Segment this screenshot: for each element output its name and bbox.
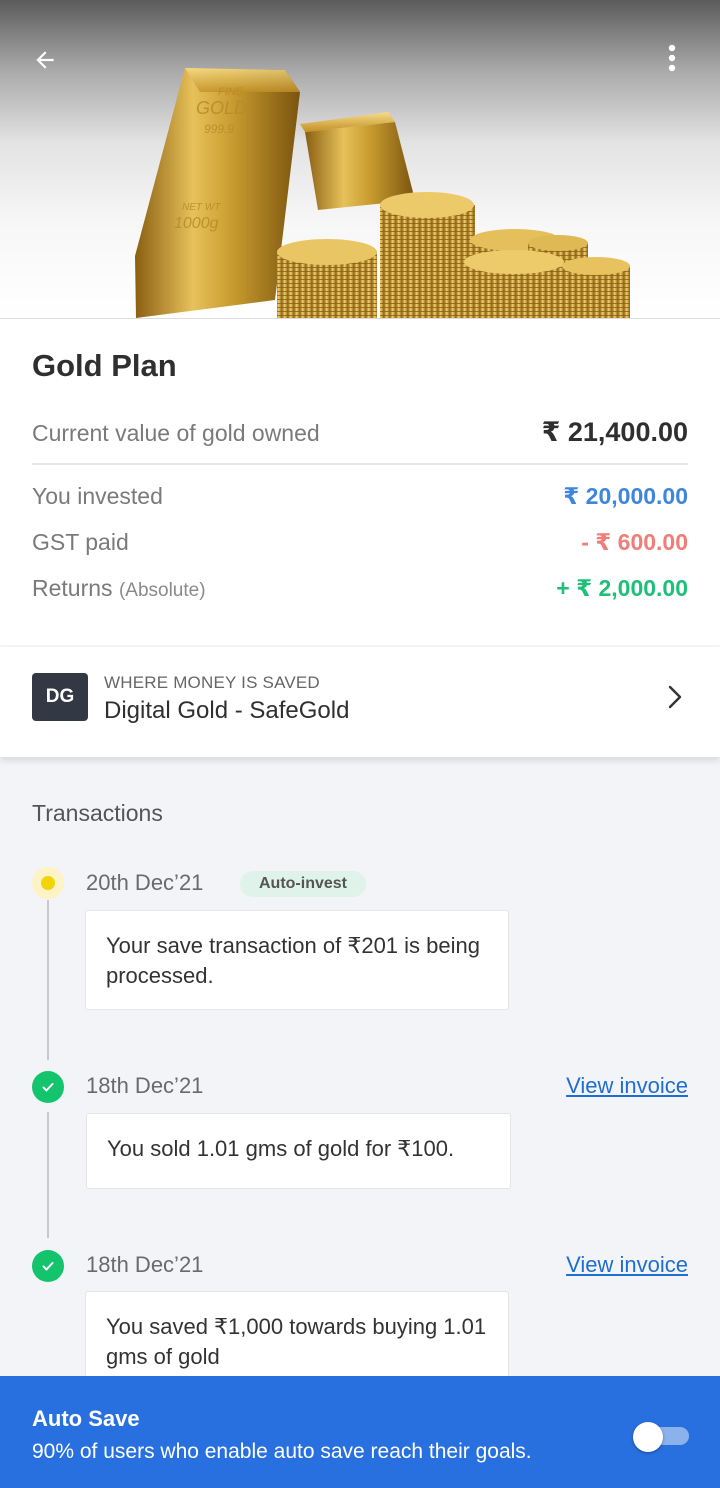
provider-badge: DG bbox=[32, 673, 88, 721]
transaction-message: Your save transaction of ₹201 is being p… bbox=[85, 910, 509, 1010]
auto-invest-badge: Auto-invest bbox=[240, 871, 366, 897]
check-icon bbox=[42, 1262, 54, 1271]
saved-location-row[interactable]: DG WHERE MONEY IS SAVED Digital Gold - S… bbox=[0, 647, 720, 757]
auto-save-toggle[interactable] bbox=[633, 1420, 689, 1452]
returns-label-text: Returns bbox=[32, 575, 113, 601]
page-title: Gold Plan bbox=[32, 348, 177, 383]
bar-engraving: FINE bbox=[218, 86, 244, 98]
auto-save-banner: Auto Save 90% of users who enable auto s… bbox=[0, 1376, 720, 1488]
timeline-line bbox=[47, 900, 49, 1060]
transaction-message: You sold 1.01 gms of gold for ₹100. bbox=[86, 1113, 511, 1189]
divider bbox=[32, 463, 688, 465]
auto-save-subtitle: 90% of users who enable auto save reach … bbox=[32, 1440, 532, 1463]
bar-engraving: GOLD bbox=[196, 98, 247, 118]
saved-caption: WHERE MONEY IS SAVED bbox=[104, 673, 320, 692]
bar-engraving: NET WT bbox=[182, 202, 221, 213]
back-button[interactable] bbox=[21, 36, 69, 84]
more-vertical-icon bbox=[668, 44, 676, 72]
returns-sublabel: (Absolute) bbox=[118, 580, 206, 601]
returns-value: + ₹ 2,000.00 bbox=[556, 575, 688, 601]
pending-status-dot bbox=[32, 867, 64, 899]
saved-provider-name: Digital Gold - SafeGold bbox=[104, 697, 350, 724]
chevron-right-icon bbox=[668, 685, 682, 709]
transaction-date: 18th Dec’21 bbox=[86, 1252, 204, 1277]
timeline-line bbox=[47, 1112, 49, 1238]
hero-image: FINE GOLD 999.9 NET WT 1000g bbox=[0, 0, 720, 318]
toggle-knob bbox=[633, 1422, 663, 1452]
bar-engraving: 999.9 bbox=[204, 122, 234, 136]
invested-value: ₹ 20,000.00 bbox=[563, 483, 688, 509]
gold-bars-and-coins-image: FINE GOLD 999.9 NET WT 1000g bbox=[135, 68, 630, 318]
transactions-heading: Transactions bbox=[32, 800, 163, 826]
bar-engraving: 1000g bbox=[174, 215, 219, 232]
current-value-label: Current value of gold owned bbox=[32, 420, 320, 446]
auto-save-title: Auto Save bbox=[32, 1406, 140, 1431]
completed-status-dot bbox=[32, 1250, 64, 1282]
check-icon bbox=[42, 1083, 54, 1092]
transaction-date: 18th Dec’21 bbox=[86, 1073, 204, 1098]
transaction-date: 20th Dec’21 bbox=[86, 870, 204, 895]
invested-label: You invested bbox=[32, 483, 163, 509]
view-invoice-link[interactable]: View invoice bbox=[566, 1252, 688, 1278]
current-value: ₹ 21,400.00 bbox=[541, 417, 688, 447]
gst-label: GST paid bbox=[32, 529, 129, 555]
more-options-button[interactable] bbox=[648, 34, 696, 82]
gst-value: - ₹ 600.00 bbox=[581, 529, 688, 555]
completed-status-dot bbox=[32, 1071, 64, 1103]
returns-label: Returns (Absolute) bbox=[32, 575, 206, 602]
arrow-back-icon bbox=[36, 51, 54, 69]
view-invoice-link[interactable]: View invoice bbox=[566, 1073, 688, 1099]
